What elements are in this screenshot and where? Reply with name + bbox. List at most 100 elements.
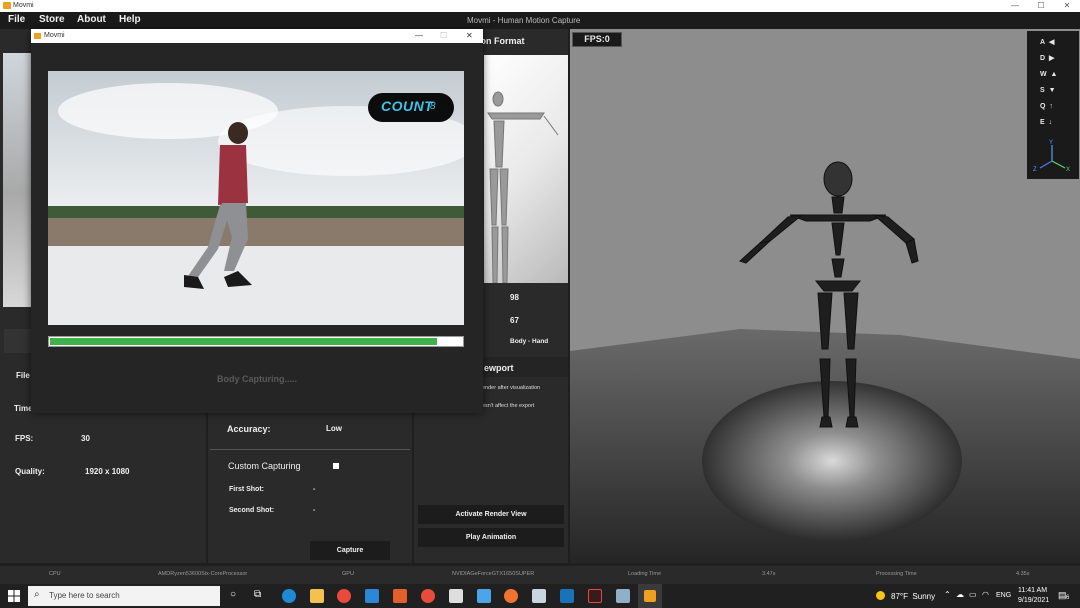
second-shot-label: Second Shot: [229,507,275,514]
setting-value-2: 67 [510,316,519,325]
menu-help[interactable]: Help [119,14,141,25]
key-hint-a: A ◀ [1040,39,1055,46]
task-view-icon[interactable]: ⧉ [254,589,261,600]
store-icon[interactable] [449,589,463,603]
count-badge-text: COUNT [381,98,434,114]
app-icon-3[interactable] [560,589,574,603]
dialog-close-button[interactable]: ✕ [466,31,473,40]
taskbar: ⌕ Type here to search ○ ⧉ 87°F Sunny ⌃ ☁… [0,584,1080,608]
accuracy-value[interactable]: Low [326,424,342,433]
render-note-2: esn't affect the export [482,403,535,409]
gizmo-x-label: X [1066,167,1070,173]
search-icon: ⌕ [34,589,40,600]
count-badge: COUNT 8 [368,93,454,122]
fps-label: FPS: [15,434,34,443]
time-label: Time [14,404,33,413]
gizmo-y-label: Y [1049,140,1053,146]
custom-capturing-label: Custom Capturing [228,461,301,471]
render-note-1: ender after visualization [482,385,541,391]
file-label: File [16,371,30,380]
clock-time[interactable]: 11:41 AM [1018,587,1047,594]
custom-capturing-checkbox[interactable] [333,463,339,469]
arrow-down-icon: ▼ [1048,87,1056,94]
maximize-button[interactable]: ☐ [1028,0,1054,12]
movmi-logo-icon [3,2,11,9]
status-bar: CPU AMDRyzen53600Six-CoreProcessor GPU N… [0,566,1080,584]
menu-file[interactable]: File [8,14,25,25]
key-hint-s: S ▼ [1040,87,1056,94]
edge-icon[interactable] [282,589,296,603]
minimize-button[interactable]: — [1002,0,1028,12]
key-hint-d: D ▶ [1040,55,1055,62]
app-icon-5[interactable] [616,589,630,603]
app-icon-4[interactable] [588,589,602,603]
gizmo-z-label: Z [1033,167,1037,173]
file-explorer-icon[interactable] [310,589,324,603]
arrow-up-icon: ▲ [1050,71,1058,78]
menu-store[interactable]: Store [39,14,65,25]
app-icon-2[interactable] [532,589,546,603]
network-icon[interactable]: ☁ [956,590,964,599]
clock-date[interactable]: 9/19/2021 [1018,597,1049,604]
os-title-bar: Movmi — ☐ ✕ [0,0,1080,12]
activate-render-view-button[interactable]: Activate Render View [418,505,564,524]
move-down-icon: ↓ [1048,119,1053,126]
gpu-label: GPU [342,571,354,577]
dialog-minimize-button[interactable]: — [415,31,423,40]
processing-time-value: 4.35s [1016,571,1030,577]
key-hint-q: Q ↑ [1040,103,1053,110]
menu-about[interactable]: About [77,14,106,25]
arrow-right-icon: ▶ [1048,55,1055,62]
dialog-maximize-button[interactable]: ☐ [440,31,447,40]
3d-viewport[interactable]: FPS:0 A ◀ D ▶ W ▲ S ▼ Q ↑ E ↓ Y Z X [570,29,1080,563]
wifi-icon[interactable]: ◠ [982,590,989,599]
app-icon-1[interactable] [477,589,491,603]
menu-bar: File Store About Help Movmi - Human Moti… [0,12,1080,29]
count-badge-value: 8 [430,101,436,112]
gpu-value: NVIDIAGeForceGTX1650SUPER [452,571,535,577]
firefox-icon[interactable] [504,589,518,603]
setting-value-3[interactable]: Body - Hand [510,338,548,345]
mail-icon[interactable] [365,589,379,603]
display-icon[interactable]: ▭ [969,590,977,599]
search-placeholder: Type here to search [49,591,120,600]
processing-time-label: Processing Time [876,571,917,577]
notification-count: 6 [1066,595,1070,601]
cortana-icon[interactable]: ○ [230,589,236,600]
capture-progress-fill [50,338,438,345]
first-shot-label: First Shot: [229,486,264,493]
windows-start-icon[interactable] [8,590,20,602]
skeleton-preview [484,55,568,284]
dialog-logo-icon [34,33,41,39]
divider [210,449,410,450]
capture-dialog: Movmi — ☐ ✕ COUNT 8 Body Capturing..... [31,29,483,413]
viewport-heading: ewport [484,363,514,373]
chrome-icon[interactable] [337,589,351,603]
tray-chevron-icon[interactable]: ⌃ [944,590,951,599]
play-animation-button[interactable]: Play Animation [418,528,564,547]
accuracy-label: Accuracy: [227,424,271,434]
move-up-icon: ↑ [1049,103,1053,110]
close-button[interactable]: ✕ [1054,0,1080,12]
video-thumbnail[interactable] [3,53,31,307]
taskbar-search-box[interactable]: ⌕ Type here to search [28,586,220,606]
weather-text[interactable]: 87°F Sunny [891,592,935,601]
skeleton-preview-figure [487,91,559,284]
app-title: Movmi - Human Motion Capture [467,16,581,25]
key-hints: A ◀ D ▶ W ▲ S ▼ Q ↑ E ↓ [1040,35,1076,131]
video-preview: COUNT 8 [48,71,464,325]
viewport-scene [570,29,1080,563]
quality-value: 1920 x 1080 [85,467,130,476]
office-icon[interactable] [393,589,407,603]
capture-status-text: Body Capturing..... [217,374,297,384]
second-shot-value: - [313,507,316,514]
language-indicator[interactable]: ENG [996,592,1011,599]
fps-badge: FPS:0 [572,32,622,47]
chrome-alt-icon[interactable] [421,589,435,603]
loading-time-label: Loading Time [628,571,662,577]
os-window-title: Movmi [13,2,34,9]
capture-button[interactable]: Capture [310,541,390,560]
capture-progress-bar [48,336,464,347]
movmi-taskbar-button[interactable] [638,584,662,608]
first-shot-value: - [313,486,316,493]
